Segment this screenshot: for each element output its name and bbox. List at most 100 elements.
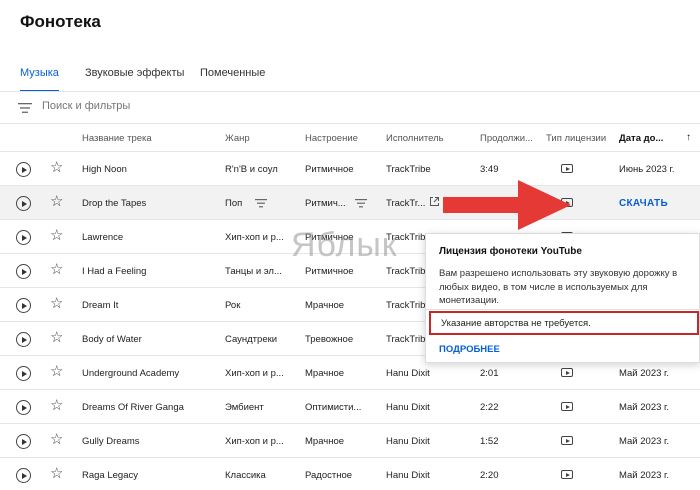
track-date: Май 2023 г. — [619, 470, 669, 481]
watermark: Яблык — [291, 226, 398, 264]
filter-bar — [0, 92, 700, 124]
play-icon[interactable] — [16, 298, 31, 313]
track-artist[interactable]: Hanu Dixit — [386, 402, 450, 413]
download-button[interactable]: СКАЧАТЬ — [619, 198, 668, 209]
track-date: Май 2023 г. — [619, 436, 669, 447]
track-duration: 3:49 — [480, 164, 499, 175]
track-date: Май 2023 г. — [619, 368, 669, 379]
column-date-added[interactable]: Дата до... — [619, 133, 685, 144]
track-genre: Саундтреки — [225, 334, 278, 345]
column-title[interactable]: Название трека — [82, 133, 152, 144]
track-title[interactable]: Dreams Of River Ganga — [82, 402, 217, 413]
track-mood: Ритмичное — [305, 266, 354, 277]
mood-filter-icon[interactable] — [355, 198, 367, 208]
youtube-license-icon[interactable] — [561, 402, 573, 411]
track-artist[interactable]: TrackTr... — [386, 198, 450, 209]
attribution-note: Указание авторства не требуется. — [441, 318, 591, 329]
track-artist[interactable]: TrackTribe — [386, 164, 450, 175]
page-title: Фонотека — [20, 12, 101, 31]
star-icon[interactable]: ☆ — [50, 364, 63, 380]
youtube-license-icon[interactable] — [561, 368, 573, 377]
play-icon[interactable] — [16, 366, 31, 381]
star-icon[interactable]: ☆ — [50, 228, 63, 244]
track-mood: Оптимисти... — [305, 402, 362, 413]
star-icon[interactable]: ☆ — [50, 398, 63, 414]
play-icon[interactable] — [16, 162, 31, 177]
track-genre: Танцы и эл... — [225, 266, 282, 277]
table-row[interactable]: ☆ Raga Legacy Классика Радостное Hanu Dixit 2… — [0, 458, 700, 490]
star-icon[interactable]: ☆ — [50, 296, 63, 312]
attribution-note-box: Указание авторства не требуется. — [429, 311, 699, 335]
track-genre: Хип-хоп и р... — [225, 436, 284, 447]
filter-icon[interactable] — [18, 102, 32, 114]
track-title[interactable]: Dream It — [82, 300, 217, 311]
license-popup: Лицензия фонотеки YouTube Вам разрешено … — [425, 233, 700, 363]
track-mood: Тревожное — [305, 334, 354, 345]
play-icon[interactable] — [16, 332, 31, 347]
play-icon[interactable] — [16, 230, 31, 245]
track-genre: Рок — [225, 300, 241, 311]
track-title[interactable]: Gully Dreams — [82, 436, 217, 447]
column-artist[interactable]: Исполнитель — [386, 133, 444, 144]
track-duration: 2:01 — [480, 368, 499, 379]
track-title[interactable]: Body of Water — [82, 334, 217, 345]
track-genre: Эмбиент — [225, 402, 264, 413]
star-icon[interactable]: ☆ — [50, 194, 63, 210]
track-title[interactable]: Raga Legacy — [82, 470, 217, 481]
track-genre: Классика — [225, 470, 266, 481]
play-icon[interactable] — [16, 434, 31, 449]
tab-bar: Музыка Звуковые эффекты Помеченные — [0, 64, 700, 92]
tab-sound-effects[interactable]: Звуковые эффекты — [85, 64, 184, 92]
column-genre[interactable]: Жанр — [225, 133, 250, 144]
track-artist[interactable]: Hanu Dixit — [386, 436, 450, 447]
star-icon[interactable]: ☆ — [50, 466, 63, 482]
track-duration: 1:52 — [480, 436, 499, 447]
table-row[interactable]: ☆ High Noon R'n'B и соул Ритмичное TrackTrib… — [0, 152, 700, 186]
popup-title: Лицензия фонотеки YouTube — [439, 246, 582, 257]
play-icon[interactable] — [16, 400, 31, 415]
sort-arrow-icon[interactable]: ↑ — [686, 132, 691, 143]
tab-music[interactable]: Музыка — [20, 64, 59, 92]
genre-filter-icon[interactable] — [255, 198, 267, 208]
popup-body: Вам разрешено использовать эту звуковую … — [439, 268, 678, 306]
red-arrow-annotation — [443, 180, 571, 230]
track-artist[interactable]: Hanu Dixit — [386, 368, 450, 379]
popup-divider — [426, 309, 699, 310]
track-title[interactable]: Underground Academy — [82, 368, 217, 379]
play-icon[interactable] — [16, 264, 31, 279]
table-row[interactable]: ☆ Dreams Of River Ganga Эмбиент Оптимисти..… — [0, 390, 700, 424]
track-title[interactable]: I Had a Feeling — [82, 266, 217, 277]
track-mood: Ритмичное — [305, 164, 354, 175]
track-date: Май 2023 г. — [619, 402, 669, 413]
youtube-license-icon[interactable] — [561, 436, 573, 445]
track-mood: Радостное — [305, 470, 353, 481]
track-genre: Хип-хоп и р... — [225, 232, 284, 243]
play-icon[interactable] — [16, 468, 31, 483]
track-genre: Хип-хоп и р... — [225, 368, 284, 379]
youtube-license-icon[interactable] — [561, 470, 573, 479]
table-row[interactable]: ☆ Gully Dreams Хип-хоп и р... Мрачное Hanu D… — [0, 424, 700, 458]
table-row[interactable]: ☆ Drop the Tapes Поп Ритмич... TrackTr... СКА… — [0, 186, 700, 220]
star-icon[interactable]: ☆ — [50, 432, 63, 448]
track-mood: Мрачное — [305, 368, 345, 379]
column-mood[interactable]: Настроение — [305, 133, 358, 144]
youtube-license-icon[interactable] — [561, 164, 573, 173]
track-title[interactable]: Drop the Tapes — [82, 198, 217, 209]
track-title[interactable]: High Noon — [82, 164, 217, 175]
tab-starred[interactable]: Помеченные — [200, 64, 265, 92]
track-artist[interactable]: Hanu Dixit — [386, 470, 450, 481]
star-icon[interactable]: ☆ — [50, 262, 63, 278]
column-duration[interactable]: Продолжи... — [480, 133, 532, 144]
external-link-icon[interactable] — [429, 196, 440, 207]
track-duration: 2:20 — [480, 470, 499, 481]
star-icon[interactable]: ☆ — [50, 160, 63, 176]
search-filter-input[interactable] — [42, 100, 342, 112]
table-header: Название трека Жанр Настроение Исполните… — [0, 124, 700, 152]
track-mood: Мрачное — [305, 300, 345, 311]
play-icon[interactable] — [16, 196, 31, 211]
star-icon[interactable]: ☆ — [50, 330, 63, 346]
track-date: Июнь 2023 г. — [619, 164, 675, 175]
learn-more-link[interactable]: ПОДРОБНЕЕ — [439, 344, 500, 355]
column-license-type[interactable]: Тип лицензии — [546, 133, 606, 144]
track-title[interactable]: Lawrence — [82, 232, 217, 243]
